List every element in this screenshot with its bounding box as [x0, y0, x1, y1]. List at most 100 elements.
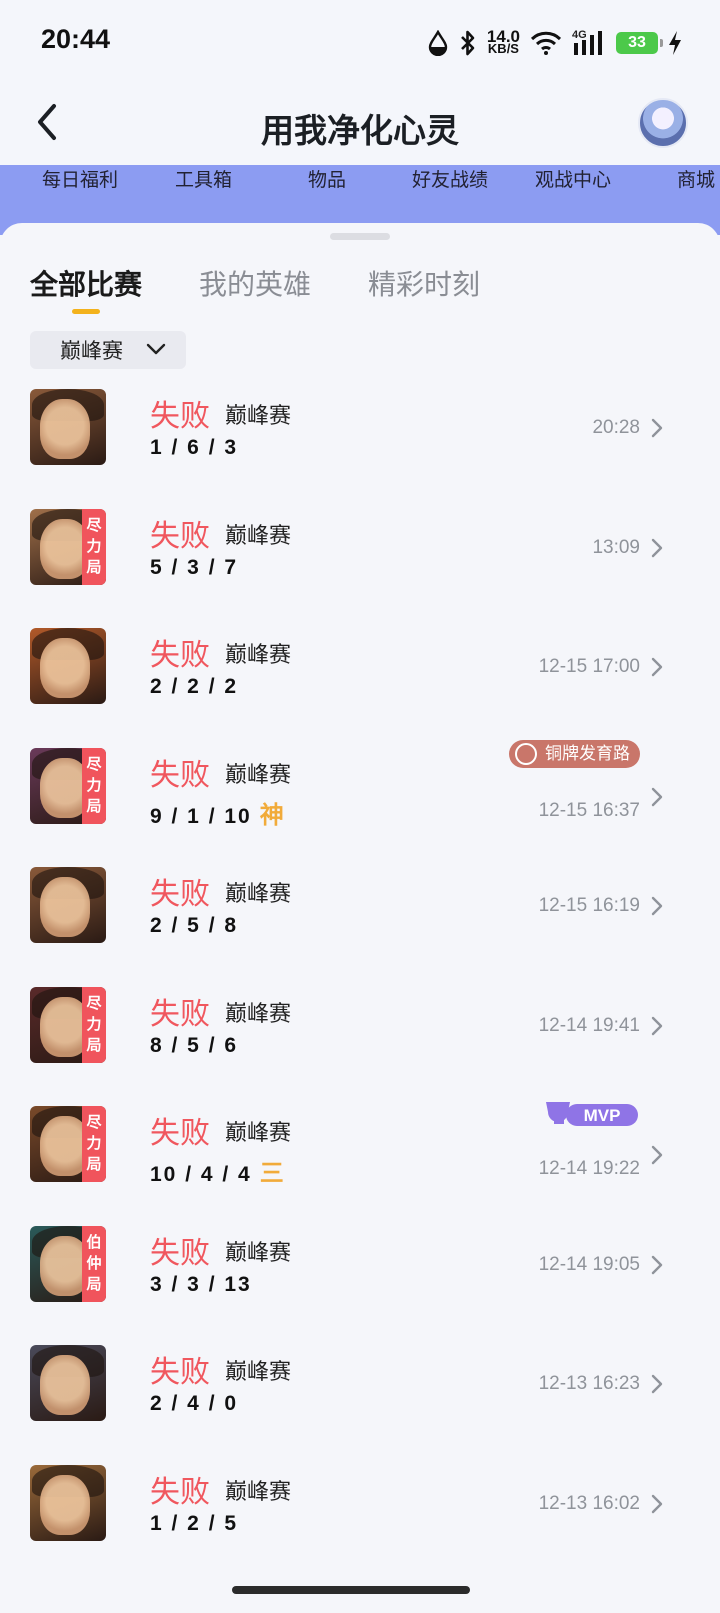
chevron-right-icon — [651, 657, 663, 677]
chevron-right-icon — [651, 1145, 663, 1165]
match-mode: 巅峰赛 — [225, 1479, 292, 1505]
ban-icon — [515, 742, 537, 765]
cell-signal-icon: 4G — [572, 29, 606, 57]
kda-value: 2 / 2 / 2 — [150, 675, 239, 698]
match-row[interactable]: 尽力局 失败 巅峰赛 10 / 4 / 4 三 MVP 12-14 19:22 — [0, 1090, 720, 1210]
match-result: 失败 — [150, 1235, 210, 1271]
match-mode: 巅峰赛 — [225, 523, 292, 549]
tab-underline — [72, 309, 100, 314]
match-time: 12-14 19:22 — [538, 1158, 640, 1179]
tab-all-matches[interactable]: 全部比赛 — [30, 263, 142, 303]
chevron-right-icon — [651, 1494, 663, 1513]
mvp-badge-label: MVP — [584, 1106, 621, 1125]
match-mode: 巅峰赛 — [225, 404, 292, 429]
match-kda: 2 / 2 / 2 — [150, 675, 238, 699]
match-kda: 2 / 5 / 8 — [150, 914, 238, 938]
hero-avatar: 尽力局 — [30, 986, 106, 1063]
charging-icon — [669, 31, 681, 55]
avatar[interactable] — [638, 98, 688, 148]
match-time: 13:09 — [592, 536, 640, 558]
tab-my-heroes[interactable]: 我的英雄 — [199, 263, 311, 303]
chevron-right-icon — [651, 1016, 663, 1035]
net-speed-unit: KB/S — [487, 41, 519, 56]
bluetooth-icon — [460, 30, 475, 56]
chevron-down-icon — [146, 343, 166, 355]
hero-avatar — [30, 628, 106, 704]
match-time: 12-14 19:05 — [538, 1253, 640, 1275]
kda-value: 1 / 6 / 3 — [150, 436, 239, 459]
hero-avatar: 尽力局 — [30, 508, 106, 585]
match-mode: 巅峰赛 — [225, 762, 292, 788]
kda-value: 2 / 5 / 8 — [150, 914, 239, 937]
match-kda: 1 / 6 / 3 — [150, 436, 238, 460]
kda-value: 5 / 3 / 7 — [150, 555, 239, 579]
hero-avatar: 尽力局 — [30, 747, 106, 824]
tool-spectate-center[interactable]: 观战中心 — [535, 165, 611, 192]
match-row[interactable]: 尽力局 失败 巅峰赛 5 / 3 / 7 13:09 — [0, 493, 720, 613]
match-result: 失败 — [150, 757, 210, 793]
match-tag: 尽力局 — [82, 1106, 106, 1182]
chevron-right-icon — [651, 1255, 663, 1274]
tool-shop-label: 商城 — [677, 169, 716, 191]
tool-daily-welfare[interactable]: 每日福利 — [42, 165, 118, 192]
chevron-right-icon — [651, 1374, 663, 1394]
tool-toolbox[interactable]: 工具箱 — [175, 165, 232, 192]
match-time: 12-15 16:37 — [538, 799, 640, 821]
match-row[interactable]: 失败 巅峰赛 1 / 6 / 3 20:28 — [0, 373, 720, 493]
status-bar: 20:44 14.0 KB/S 4G 33 — [0, 0, 720, 86]
match-time: 12-14 19:41 — [538, 1014, 640, 1036]
match-mode: 巅峰赛 — [225, 1240, 292, 1266]
hero-avatar: 尽力局 — [30, 1106, 106, 1182]
match-row[interactable]: 失败 巅峰赛 2 / 5 / 8 12-15 16:19 — [0, 851, 720, 971]
battery-icon: 33 — [616, 32, 663, 54]
match-tag: 尽力局 — [82, 747, 106, 824]
net-speed: 14.0 KB/S — [487, 28, 520, 56]
match-mode: 巅峰赛 — [225, 1121, 292, 1146]
match-result: 失败 — [150, 877, 210, 912]
match-result: 失败 — [150, 1116, 210, 1151]
match-row[interactable]: 尽力局 失败 巅峰赛 8 / 5 / 6 12-14 19:41 — [0, 971, 720, 1091]
match-time: 12-13 16:23 — [538, 1373, 640, 1394]
hero-avatar — [30, 389, 106, 465]
match-kda: 2 / 4 / 0 — [150, 1392, 238, 1416]
match-time: 12-15 17:00 — [538, 656, 640, 677]
tab-highlights[interactable]: 精彩时刻 — [368, 263, 480, 303]
status-time: 20:44 — [41, 24, 111, 54]
page-title: 用我净化心灵 — [261, 111, 459, 150]
match-row[interactable]: 伯仲局 失败 巅峰赛 3 / 3 / 13 12-14 19:05 — [0, 1210, 720, 1330]
chevron-right-icon — [651, 787, 663, 806]
kda-value: 9 / 1 / 10 — [150, 804, 252, 828]
records-panel: 全部比赛 我的英雄 精彩时刻 巅峰赛 失败 巅峰赛 1 / 6 / 3 20:28 尽力… — [0, 223, 720, 1613]
match-row[interactable]: 失败 巅峰赛 2 / 2 / 2 12-15 17:00 — [0, 612, 720, 732]
match-kda: 3 / 3 / 13 — [150, 1273, 252, 1297]
hero-avatar — [30, 1345, 106, 1421]
match-kda: 10 / 4 / 4 三 — [150, 1153, 284, 1188]
kda-value: 10 / 4 / 4 — [150, 1163, 252, 1186]
chevron-right-icon — [651, 418, 663, 438]
drag-handle[interactable] — [330, 233, 390, 240]
match-row[interactable]: 尽力局 失败 巅峰赛 9 / 1 / 10 神 铜牌发育路 12-15 16:37 — [0, 732, 720, 852]
wifi-icon — [530, 31, 562, 55]
match-row[interactable]: 失败 巅峰赛 2 / 4 / 0 12-13 16:23 — [0, 1329, 720, 1449]
data-saver-icon — [428, 30, 448, 56]
match-mode: 巅峰赛 — [225, 882, 292, 907]
match-result: 失败 — [150, 1355, 210, 1390]
match-row[interactable]: 失败 巅峰赛 1 / 2 / 5 12-13 16:02 — [0, 1449, 720, 1569]
tool-shop[interactable]: 商城 — [677, 165, 720, 205]
match-tag: 伯仲局 — [82, 1225, 106, 1302]
match-tag: 尽力局 — [82, 986, 106, 1063]
kda-badge: 神 — [259, 801, 284, 829]
match-time: 12-15 16:19 — [538, 895, 640, 916]
kda-value: 8 / 5 / 6 — [150, 1033, 239, 1057]
honor-badge: 铜牌发育路 — [509, 739, 640, 768]
chevron-right-icon — [651, 896, 663, 916]
mode-filter-dropdown[interactable]: 巅峰赛 — [30, 331, 186, 369]
home-indicator[interactable] — [232, 1586, 470, 1594]
tool-friend-records[interactable]: 好友战绩 — [412, 165, 488, 192]
tool-items[interactable]: 物品 — [308, 165, 346, 192]
mode-filter-value: 巅峰赛 — [60, 339, 123, 363]
chevron-right-icon — [651, 538, 663, 557]
match-result: 失败 — [150, 996, 210, 1032]
kda-value: 2 / 4 / 0 — [150, 1392, 239, 1415]
kda-badge: 三 — [259, 1160, 284, 1187]
